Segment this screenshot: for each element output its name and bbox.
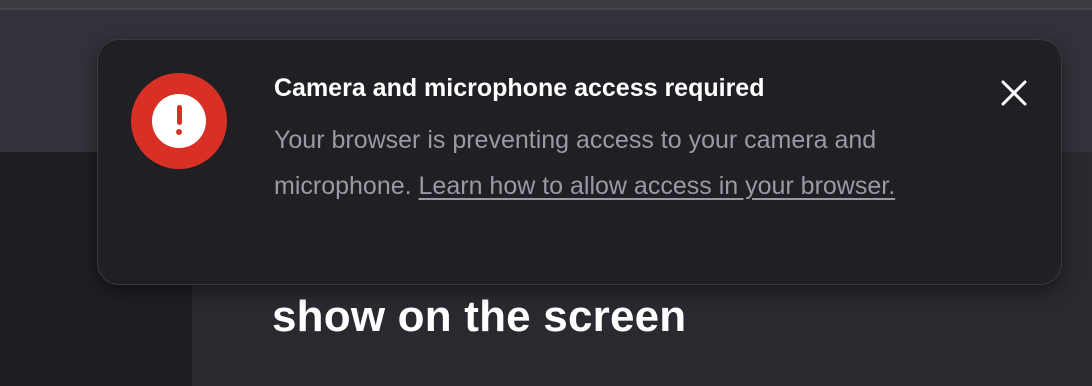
exclamation-circle-icon bbox=[131, 73, 227, 169]
main-heading: show on the screen bbox=[272, 292, 687, 341]
learn-more-link[interactable]: Learn how to allow access in your browse… bbox=[419, 172, 896, 200]
close-button[interactable] bbox=[994, 73, 1034, 113]
notification-message: Your browser is preventing access to you… bbox=[274, 117, 974, 209]
permission-notification: Camera and microphone access required Yo… bbox=[97, 39, 1062, 285]
notification-title: Camera and microphone access required bbox=[274, 74, 765, 102]
close-icon bbox=[1001, 80, 1027, 106]
